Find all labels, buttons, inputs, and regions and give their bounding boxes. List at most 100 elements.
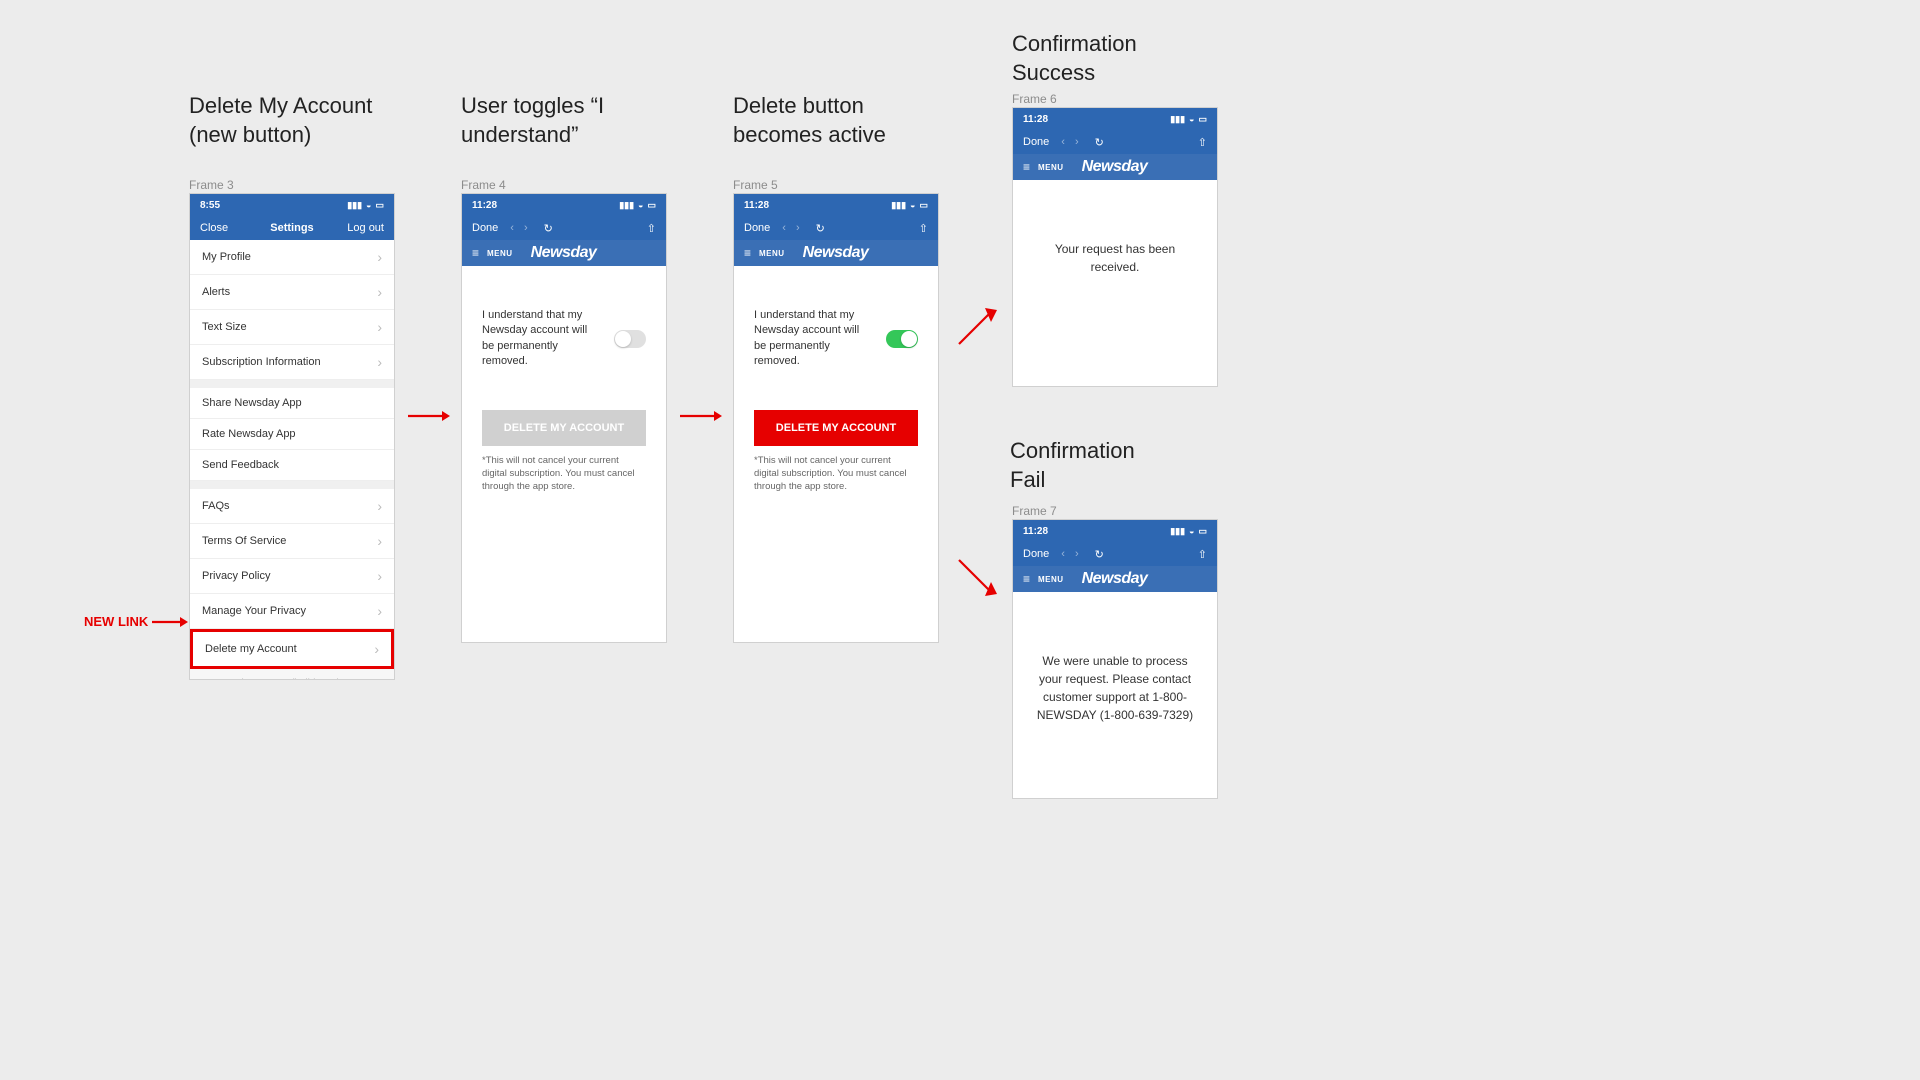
forward-icon[interactable]: › [1075,136,1079,148]
footnote: *This will not cancel your current digit… [482,454,646,494]
hamburger-icon[interactable]: ≡ [472,246,479,260]
row-delete-account[interactable]: Delete my Account› [190,629,394,669]
delete-account-form: I understand that my Newsday account wil… [462,266,666,515]
status-icons: ▮▮▮ ◒ ▭ [347,200,384,211]
status-time: 11:28 [472,200,497,211]
brand-logo: Newsday [803,244,869,262]
row-rate-app[interactable]: Rate Newsday App [190,419,394,450]
share-icon[interactable]: ⇧ [919,222,928,235]
phone-frame-5: 11:28 ▮▮▮◒▭ Done ‹› ↻ ⇧ ≡ MENU Newsday I… [733,193,939,643]
menu-bar: ≡ MENU Newsday [1013,154,1217,180]
row-manage-privacy[interactable]: Manage Your Privacy › [190,594,394,629]
battery-icon: ▭ [375,200,384,211]
understand-row: I understand that my Newsday account wil… [482,308,646,370]
status-time: 11:28 [1023,526,1048,537]
refresh-icon[interactable]: ↻ [1095,548,1104,561]
forward-icon[interactable]: › [524,222,528,234]
share-icon[interactable]: ⇧ [647,222,656,235]
chevron-right-icon: › [377,284,382,300]
toggle-knob [615,331,631,347]
status-icons: ▮▮▮◒▭ [619,200,656,211]
delete-account-form: I understand that my Newsday account wil… [734,266,938,515]
row-label: Alerts [202,286,230,298]
understand-toggle[interactable] [614,330,646,348]
brand-logo: Newsday [1082,570,1148,588]
title-frame5: Delete button becomes active [733,92,886,149]
frame-label-4: Frame 4 [461,178,506,192]
menu-bar: ≡ MENU Newsday [734,240,938,266]
chevron-right-icon: › [377,533,382,549]
back-icon[interactable]: ‹ [782,222,786,234]
section-gap [190,481,394,489]
forward-icon[interactable]: › [796,222,800,234]
frame-label-6: Frame 6 [1012,92,1057,106]
back-icon[interactable]: ‹ [1061,548,1065,560]
status-bar: 8:55 ▮▮▮ ◒ ▭ [190,194,394,216]
back-icon[interactable]: ‹ [1061,136,1065,148]
understand-text: I understand that my Newsday account wil… [754,308,874,370]
menu-label: MENU [1038,163,1064,172]
browser-bar: Done ‹ › ↻ ⇧ [734,216,938,240]
hamburger-icon[interactable]: ≡ [744,246,751,260]
brand-logo: Newsday [531,244,597,262]
row-share-app[interactable]: Share Newsday App [190,388,394,419]
done-button[interactable]: Done [472,222,498,234]
toggle-knob [901,331,917,347]
refresh-icon[interactable]: ↻ [1095,136,1104,149]
chevron-right-icon: › [377,603,382,619]
forward-icon[interactable]: › [1075,548,1079,560]
done-button[interactable]: Done [744,222,770,234]
row-send-feedback[interactable]: Send Feedback [190,450,394,481]
share-icon[interactable]: ⇧ [1198,136,1207,149]
done-button[interactable]: Done [1023,548,1049,560]
wifi-icon: ◒ [910,200,915,210]
row-faqs[interactable]: FAQs› [190,489,394,524]
new-link-arrow-icon [152,614,188,630]
frame-label-5: Frame 5 [733,178,778,192]
version-info: App version: 5.6.45 (build 11.9) [190,669,394,680]
row-terms[interactable]: Terms Of Service› [190,524,394,559]
brand-logo: Newsday [1082,158,1148,176]
chevron-right-icon: › [377,249,382,265]
status-time: 11:28 [1023,114,1048,125]
status-bar: 11:28 ▮▮▮◒▭ [1013,520,1217,542]
row-text-size[interactable]: Text Size› [190,310,394,345]
battery-icon: ▭ [919,200,928,211]
signal-icon: ▮▮▮ [1170,526,1185,537]
menu-bar: ≡ MENU Newsday [462,240,666,266]
done-button[interactable]: Done [1023,136,1049,148]
status-time: 11:28 [744,200,769,211]
settings-list: My Profile › Alerts › Text Size› Subscript… [190,240,394,680]
back-icon[interactable]: ‹ [510,222,514,234]
row-label: My Profile [202,251,251,263]
row-subscription[interactable]: Subscription Information› [190,345,394,380]
row-my-profile[interactable]: My Profile › [190,240,394,275]
status-icons: ▮▮▮◒▭ [891,200,928,211]
menu-bar: ≡ MENU Newsday [1013,566,1217,592]
row-label: Delete my Account [205,643,297,655]
phone-frame-7: 11:28 ▮▮▮◒▭ Done ‹› ↻ ⇧ ≡ MENU Newsday W… [1012,519,1218,799]
hamburger-icon[interactable]: ≡ [1023,160,1030,174]
menu-label: MENU [1038,575,1064,584]
signal-icon: ▮▮▮ [1170,114,1185,125]
refresh-icon[interactable]: ↻ [816,222,825,235]
close-button[interactable]: Close [200,222,261,234]
delete-account-button[interactable]: DELETE MY ACCOUNT [754,410,918,446]
frame-label-7: Frame 7 [1012,504,1057,518]
share-icon[interactable]: ⇧ [1198,548,1207,561]
chevron-right-icon: › [377,568,382,584]
chevron-right-icon: › [377,319,382,335]
understand-toggle[interactable] [886,330,918,348]
status-icons: ▮▮▮◒▭ [1170,526,1207,537]
section-gap [190,380,394,388]
row-label: Manage Your Privacy [202,605,306,617]
row-privacy-policy[interactable]: Privacy Policy› [190,559,394,594]
logout-button[interactable]: Log out [323,222,384,234]
row-alerts[interactable]: Alerts › [190,275,394,310]
row-label: Share Newsday App [202,397,302,409]
hamburger-icon[interactable]: ≡ [1023,572,1030,586]
row-label: FAQs [202,500,230,512]
menu-label: MENU [759,249,785,258]
battery-icon: ▭ [1198,114,1207,125]
refresh-icon[interactable]: ↻ [544,222,553,235]
